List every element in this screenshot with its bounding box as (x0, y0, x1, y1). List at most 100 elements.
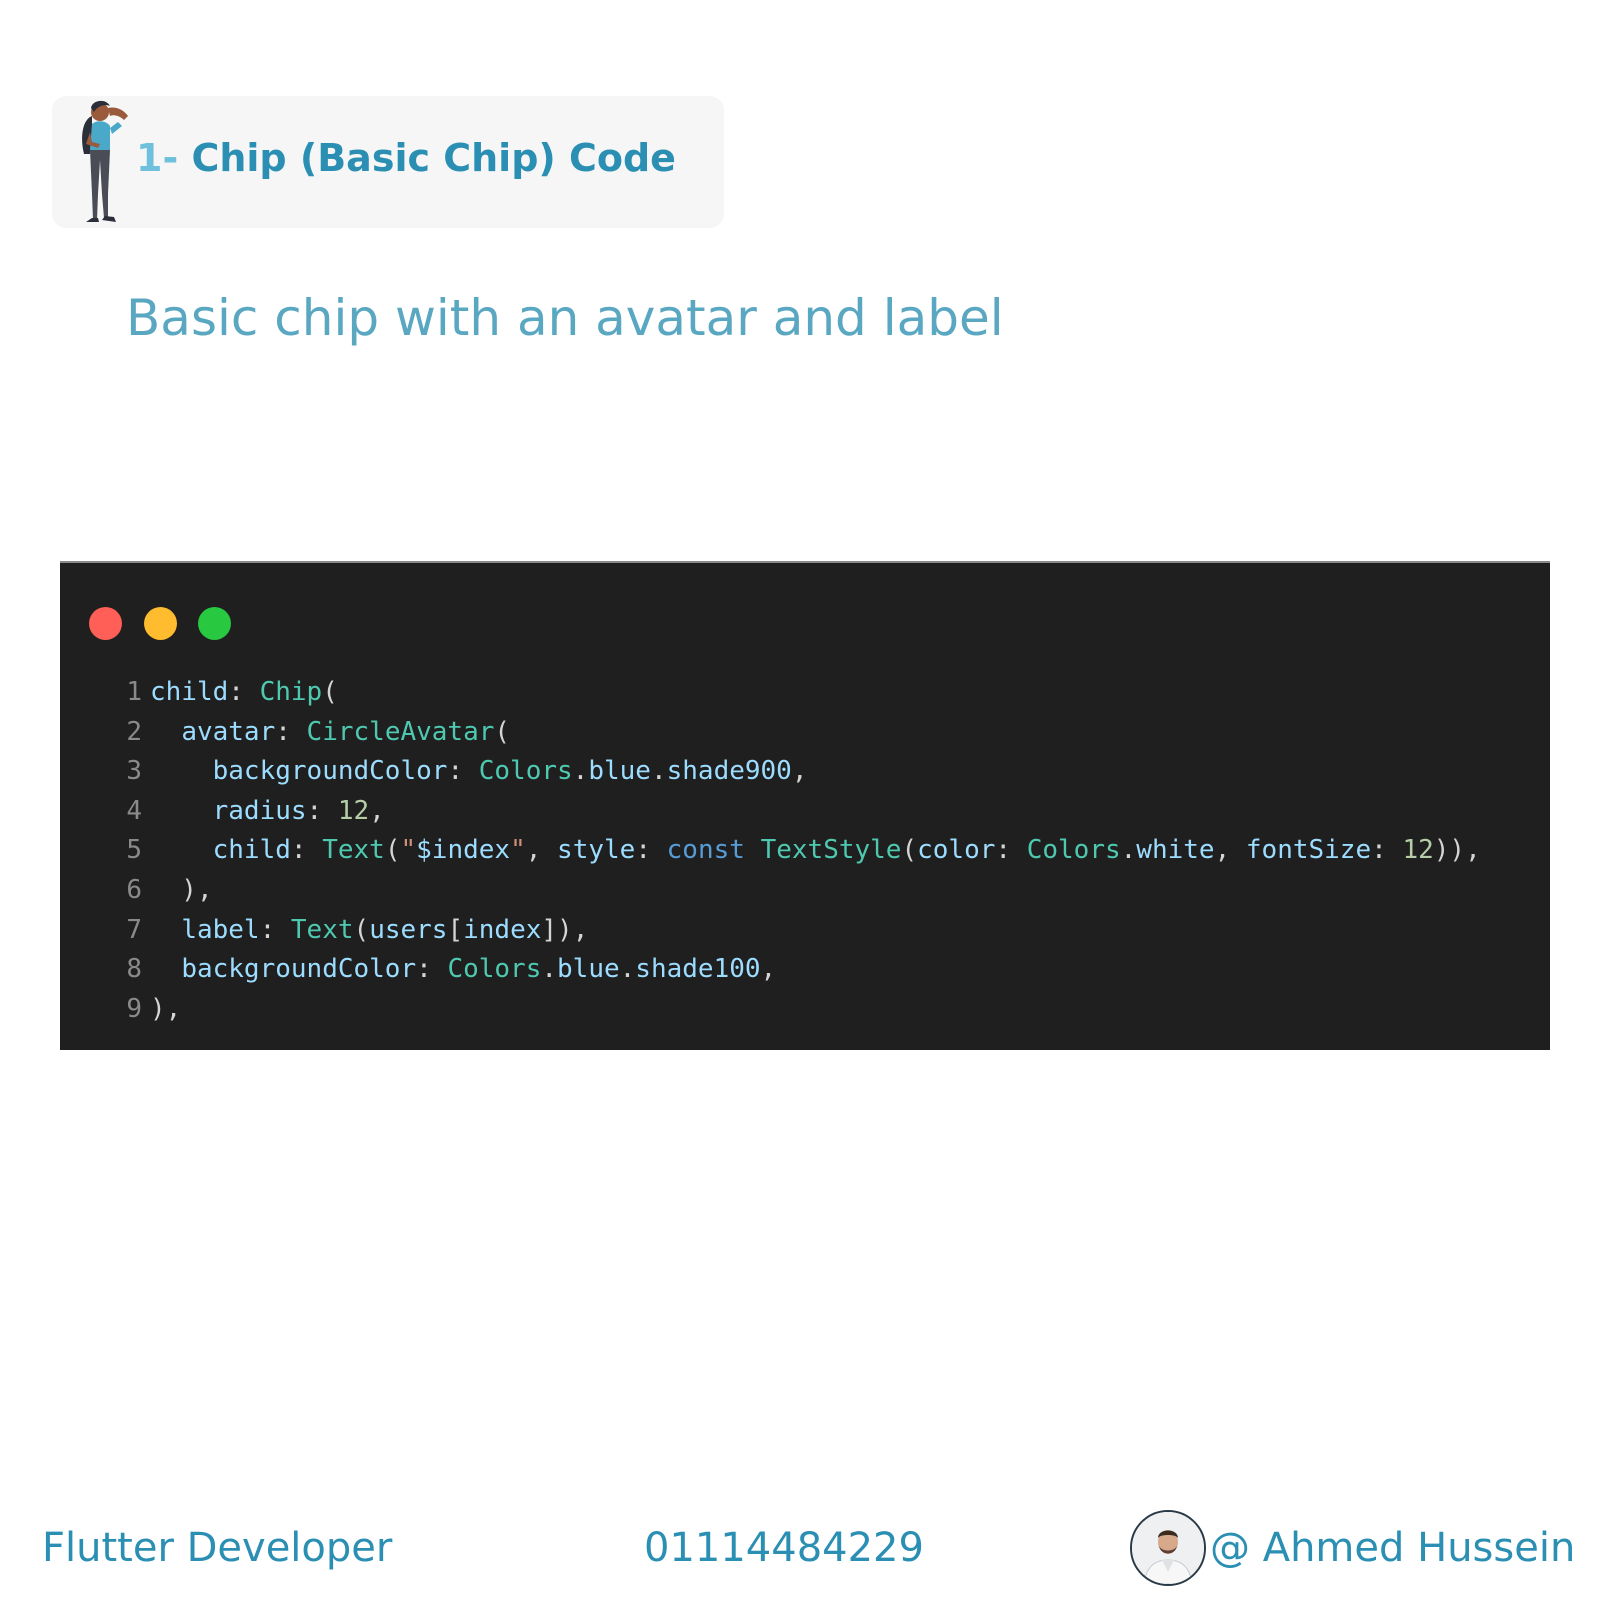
code-token: ), (150, 874, 213, 905)
code-token: ), (150, 993, 182, 1024)
code-line: 7 label: Text(users[index]), (60, 911, 1550, 951)
code-token: : (228, 677, 260, 707)
code-token: , (1214, 835, 1246, 866)
code-text: backgroundColor: Colors.blue.shade900, (150, 752, 808, 792)
line-number: 5 (126, 835, 142, 866)
line-number: 1 (126, 677, 142, 707)
code-token: 12 (337, 795, 370, 826)
code-token: child (150, 677, 229, 707)
line-number: 7 (126, 914, 142, 945)
code-line: 5 child: Text("$index", style: const Tex… (60, 831, 1550, 871)
code-token: " (510, 835, 526, 866)
code-token: : (1371, 835, 1403, 866)
code-token: radius (212, 795, 307, 826)
code-token: : (635, 835, 667, 866)
code-text: label: Text(users[index]), (150, 911, 588, 951)
code-token: : (447, 756, 479, 787)
close-dot-icon (89, 607, 122, 640)
code-token: , (1465, 835, 1481, 866)
code-token: CircleAvatar (306, 716, 495, 747)
code-token: : (275, 716, 307, 747)
code-token: TextStyle (760, 835, 902, 866)
code-token: Colors (1026, 835, 1121, 866)
code-line: 1 child: Chip( (60, 673, 1550, 713)
header-title-text: Chip (Basic Chip) Code (191, 136, 676, 180)
code-token: ( (901, 835, 918, 866)
minimize-dot-icon (144, 607, 177, 640)
code-token: blue (588, 756, 651, 787)
code-token: Colors (447, 954, 542, 985)
code-token: ( (494, 716, 511, 747)
code-line: 2 avatar: CircleAvatar( (60, 713, 1550, 753)
code-token: $index (416, 835, 511, 866)
code-token: . (619, 954, 636, 985)
code-token: . (1120, 835, 1137, 866)
code-text: radius: 12, (150, 792, 385, 832)
line-number: 9 (126, 993, 142, 1024)
code-token: , (791, 756, 808, 787)
code-token: . (572, 756, 589, 787)
line-number: 8 (126, 954, 142, 985)
code-token: : (416, 954, 448, 985)
code-token: index (463, 914, 542, 945)
code-line: 6 ), (60, 871, 1550, 911)
line-number: 2 (126, 716, 142, 747)
code-token: const (666, 835, 745, 866)
code-token: , (525, 835, 558, 866)
footer-handle: @ Ahmed Hussein (1210, 1525, 1576, 1571)
code-token: Text (322, 835, 385, 866)
code-text: ), (150, 871, 213, 911)
code-token: ( (384, 835, 401, 866)
line-number: 6 (126, 874, 142, 905)
code-text: avatar: CircleAvatar( (150, 713, 510, 753)
code-text: child: Chip( (150, 673, 338, 713)
code-line: 8 backgroundColor: Colors.blue.shade100, (60, 950, 1550, 990)
line-number: 4 (126, 795, 142, 826)
code-token: Chip (259, 677, 323, 707)
code-token: . (650, 756, 667, 787)
code-token: 12 (1402, 835, 1434, 866)
code-line: 3 backgroundColor: Colors.blue.shade900, (60, 752, 1550, 792)
person-illustration-icon (82, 100, 128, 222)
maximize-dot-icon (198, 607, 231, 640)
code-token: : (995, 835, 1027, 866)
code-token: : (290, 835, 323, 866)
code-text: child: Text("$index", style: const TextS… (150, 831, 1481, 871)
code-text: backgroundColor: Colors.blue.shade100, (150, 950, 776, 990)
code-token: ( (322, 677, 338, 707)
code-text: ), (150, 990, 181, 1030)
code-window: 1 child: Chip(2 avatar: CircleAvatar(3 ba… (60, 561, 1550, 1050)
code-token: users (369, 914, 448, 945)
code-lines: 1 child: Chip(2 avatar: CircleAvatar(3 ba… (60, 673, 1550, 1029)
code-line: 4 radius: 12, (60, 792, 1550, 832)
code-line: 9), (60, 990, 1550, 1030)
code-token: backgroundColor (212, 756, 448, 787)
subtitle: Basic chip with an avatar and label (126, 289, 1004, 347)
code-token: , (760, 954, 777, 985)
person-avatar-icon (1132, 1512, 1204, 1584)
code-token: : (306, 795, 338, 826)
code-token: Text (290, 914, 354, 945)
header-title: 1- Chip (Basic Chip) Code (136, 132, 676, 184)
code-token: white (1136, 835, 1215, 866)
code-token: backgroundColor (181, 954, 417, 985)
code-token: color (917, 835, 996, 866)
code-token: ( (353, 914, 370, 945)
code-token: child (212, 835, 291, 866)
avatar (1130, 1510, 1206, 1586)
code-token: blue (557, 954, 620, 985)
code-token: . (541, 954, 558, 985)
code-token: Colors (478, 756, 573, 787)
code-token: style (557, 835, 636, 866)
code-token: fontSize (1245, 835, 1372, 866)
code-token: , (369, 795, 385, 826)
code-token: label (181, 914, 260, 945)
code-token: shade900 (666, 756, 792, 787)
